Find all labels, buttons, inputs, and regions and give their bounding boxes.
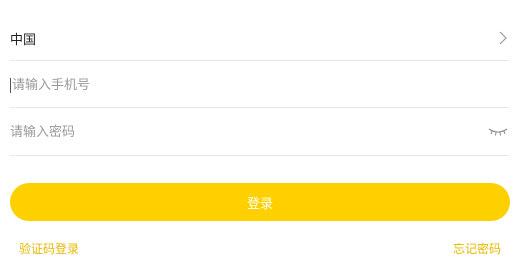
text-caret bbox=[10, 77, 11, 93]
divider bbox=[10, 60, 509, 61]
region-selector[interactable]: 中国 bbox=[10, 24, 509, 52]
divider bbox=[10, 155, 509, 156]
login-button[interactable]: 登录 bbox=[10, 183, 510, 221]
forgot-password-link[interactable]: 忘记密码 bbox=[453, 240, 501, 257]
sms-login-link[interactable]: 验证码登录 bbox=[19, 240, 79, 257]
eye-closed-icon[interactable] bbox=[487, 125, 509, 139]
phone-field[interactable] bbox=[10, 70, 509, 100]
password-field[interactable] bbox=[10, 117, 509, 147]
password-input[interactable] bbox=[10, 122, 487, 142]
divider bbox=[10, 107, 509, 108]
chevron-right-icon bbox=[497, 30, 509, 46]
region-label: 中国 bbox=[10, 32, 37, 48]
phone-input[interactable] bbox=[12, 75, 509, 95]
